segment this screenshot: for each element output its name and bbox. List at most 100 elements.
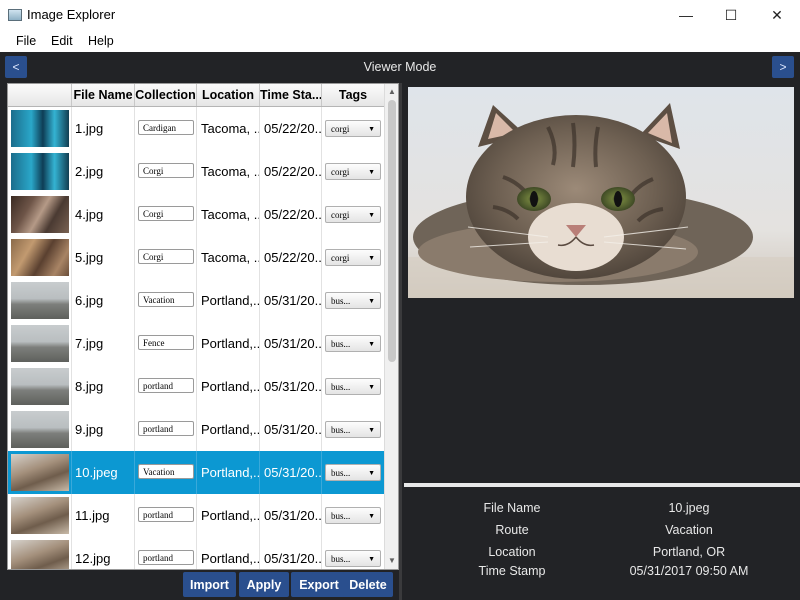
- tag-dropdown[interactable]: bus... ▼: [325, 335, 381, 352]
- tag-dropdown[interactable]: bus... ▼: [325, 292, 381, 309]
- table-row[interactable]: 1.jpg Cardigan Tacoma, ... 05/22/20... corgi…: [8, 107, 384, 151]
- collection-input[interactable]: portland: [138, 507, 194, 522]
- next-button[interactable]: >: [772, 56, 794, 78]
- location-cell: Portland,...: [197, 365, 260, 408]
- scroll-down-icon[interactable]: ▼: [385, 554, 398, 568]
- tag-dropdown[interactable]: corgi ▼: [325, 163, 381, 180]
- collection-cell: Vacation: [135, 279, 197, 322]
- file-name-cell: 2.jpg: [72, 150, 135, 193]
- tag-value: bus...: [331, 339, 351, 349]
- menu-help[interactable]: Help: [88, 34, 114, 48]
- thumbnail-image: [11, 282, 69, 319]
- file-name-cell: 8.jpg: [72, 365, 135, 408]
- time-stamp-cell: 05/31/20...: [260, 365, 322, 408]
- table-row[interactable]: 4.jpg Corgi Tacoma, ... 05/22/20... corgi ▼: [8, 193, 384, 237]
- scroll-up-icon[interactable]: ▲: [385, 85, 398, 99]
- chevron-down-icon: ▼: [368, 211, 375, 219]
- tag-dropdown[interactable]: corgi ▼: [325, 249, 381, 266]
- maximize-button[interactable]: ☐: [708, 0, 754, 30]
- collection-input[interactable]: Vacation: [138, 292, 194, 307]
- apply-button[interactable]: Apply: [239, 572, 289, 597]
- tags-cell: bus... ▼: [322, 537, 384, 569]
- thumbnail-cell: [8, 322, 72, 365]
- collection-input[interactable]: Cardigan: [138, 120, 194, 135]
- tag-dropdown[interactable]: corgi ▼: [325, 120, 381, 137]
- table-row[interactable]: 7.jpg Fence Portland,... 05/31/20... bus... ▼: [8, 322, 384, 366]
- collection-cell: Corgi: [135, 236, 197, 279]
- table-row[interactable]: 10.jpeg Vacation Portland,... 05/31/20... bu…: [8, 451, 384, 495]
- import-button[interactable]: Import: [183, 572, 236, 597]
- file-name-cell: 10.jpeg: [72, 451, 135, 494]
- tag-dropdown[interactable]: corgi ▼: [325, 206, 381, 223]
- thumbnail-image: [11, 153, 69, 190]
- tag-value: corgi: [331, 253, 350, 263]
- chevron-down-icon: ▼: [368, 469, 375, 477]
- thumbnail-image: [11, 368, 69, 405]
- time-stamp-cell: 05/22/20...: [260, 193, 322, 236]
- image-table[interactable]: File Name Collection Location Time Sta..…: [7, 83, 399, 570]
- collection-input[interactable]: Corgi: [138, 163, 194, 178]
- app-icon: [8, 9, 22, 21]
- thumbnail-image: [11, 110, 69, 147]
- scrollbar-thumb[interactable]: [388, 100, 396, 362]
- time-stamp-cell: 05/31/20...: [260, 279, 322, 322]
- table-row[interactable]: 5.jpg Corgi Tacoma, ... 05/22/20... corgi ▼: [8, 236, 384, 280]
- time-stamp-cell: 05/31/20...: [260, 494, 322, 537]
- location-cell: Tacoma, ...: [197, 150, 260, 193]
- file-name-cell: 5.jpg: [72, 236, 135, 279]
- thumbnail-cell: [8, 150, 72, 193]
- chevron-down-icon: ▼: [368, 426, 375, 434]
- header-tags[interactable]: Tags: [322, 84, 384, 106]
- collection-cell: portland: [135, 494, 197, 537]
- menu-file[interactable]: File: [16, 34, 36, 48]
- header-collection[interactable]: Collection: [135, 84, 197, 106]
- collection-input[interactable]: portland: [138, 378, 194, 393]
- table-row[interactable]: 11.jpg portland Portland,... 05/31/20... bus…: [8, 494, 384, 538]
- table-row[interactable]: 6.jpg Vacation Portland,... 05/31/20... bus.…: [8, 279, 384, 323]
- table-row[interactable]: 9.jpg portland Portland,... 05/31/20... bus.…: [8, 408, 384, 452]
- details-divider[interactable]: [404, 483, 800, 487]
- close-button[interactable]: ✕: [754, 0, 800, 30]
- thumbnail-header[interactable]: [8, 84, 72, 106]
- tags-cell: bus... ▼: [322, 494, 384, 537]
- chevron-down-icon: ▼: [368, 168, 375, 176]
- thumbnail-cell: [8, 494, 72, 537]
- chevron-down-icon: ▼: [368, 297, 375, 305]
- detail-value: Vacation: [665, 523, 713, 537]
- header-location[interactable]: Location: [197, 84, 260, 106]
- collection-input[interactable]: Corgi: [138, 206, 194, 221]
- collection-input[interactable]: portland: [138, 550, 194, 565]
- collection-cell: Vacation: [135, 451, 197, 494]
- collection-cell: portland: [135, 408, 197, 451]
- table-scrollbar[interactable]: ▲ ▼: [384, 84, 398, 569]
- tags-cell: bus... ▼: [322, 365, 384, 408]
- tag-dropdown[interactable]: bus... ▼: [325, 507, 381, 524]
- chevron-down-icon: ▼: [368, 254, 375, 262]
- collection-input[interactable]: Vacation: [138, 464, 194, 479]
- collection-input[interactable]: portland: [138, 421, 194, 436]
- location-cell: Portland,...: [197, 279, 260, 322]
- file-name-cell: 7.jpg: [72, 322, 135, 365]
- detail-value: 10.jpeg: [668, 501, 710, 515]
- collection-cell: Cardigan: [135, 107, 197, 150]
- export-button[interactable]: Export: [291, 572, 347, 597]
- viewer-toolbar: < Viewer Mode >: [0, 52, 800, 83]
- tag-dropdown[interactable]: bus... ▼: [325, 378, 381, 395]
- table-row[interactable]: 12.jpg portland Portland,... 05/31/20... bus…: [8, 537, 384, 569]
- collection-cell: portland: [135, 537, 197, 569]
- header-time-stamp[interactable]: Time Sta...: [260, 84, 322, 106]
- delete-button[interactable]: Delete: [343, 572, 393, 597]
- thumbnail-image: [11, 454, 69, 491]
- tag-dropdown[interactable]: bus... ▼: [325, 464, 381, 481]
- thumbnail-cell: [8, 193, 72, 236]
- chevron-down-icon: ▼: [368, 512, 375, 520]
- collection-input[interactable]: Fence: [138, 335, 194, 350]
- collection-input[interactable]: Corgi: [138, 249, 194, 264]
- table-row[interactable]: 8.jpg portland Portland,... 05/31/20... bus.…: [8, 365, 384, 409]
- minimize-button[interactable]: —: [663, 0, 709, 30]
- header-file-name[interactable]: File Name: [72, 84, 135, 106]
- tag-dropdown[interactable]: bus... ▼: [325, 550, 381, 567]
- tag-dropdown[interactable]: bus... ▼: [325, 421, 381, 438]
- menu-edit[interactable]: Edit: [51, 34, 73, 48]
- table-row[interactable]: 2.jpg Corgi Tacoma, ... 05/22/20... corgi ▼: [8, 150, 384, 194]
